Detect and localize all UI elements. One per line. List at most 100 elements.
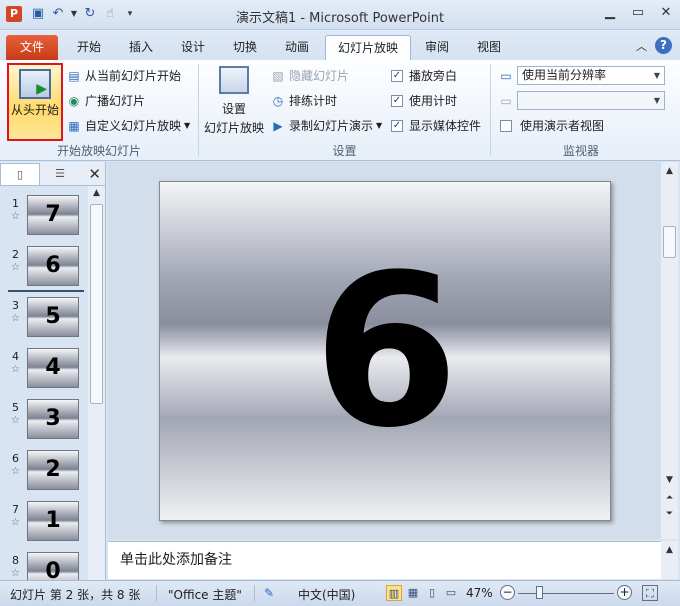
custom-slideshow-icon: ▦: [68, 118, 80, 133]
notes-scrollbar[interactable]: ▲: [661, 541, 678, 579]
animation-star-icon: ☆: [11, 262, 20, 273]
show-media-controls-checkbox[interactable]: ✓ 显示媒体控件: [391, 117, 481, 134]
scrollbar-thumb[interactable]: [663, 226, 676, 258]
show-on-select[interactable]: ▼: [517, 91, 665, 110]
thumbnail-image: 7: [27, 195, 79, 235]
status-divider: [156, 585, 157, 602]
from-beginning-label: 从头开始: [10, 103, 59, 117]
hide-slide-icon: ▧: [272, 68, 284, 83]
tab-insert[interactable]: 插入: [118, 35, 164, 60]
help-icon[interactable]: ?: [655, 37, 672, 54]
show-media-label: 显示媒体控件: [409, 119, 482, 133]
slide-number: 3: [12, 299, 19, 312]
scrollbar-thumb[interactable]: [90, 204, 103, 404]
slide-number: 1: [12, 197, 19, 210]
slideshow-view-icon[interactable]: ▭: [443, 585, 459, 601]
from-beginning-button[interactable]: 从头开始: [7, 63, 63, 141]
rehearse-timings-button[interactable]: ◷ 排练计时: [270, 92, 337, 109]
presenter-view-label: 使用演示者视图: [520, 119, 605, 133]
presenter-view-checkbox[interactable]: 使用演示者视图: [500, 117, 604, 134]
current-slide[interactable]: 6: [159, 181, 611, 521]
slide-sorter-icon[interactable]: ▦: [405, 585, 421, 601]
slide-number: 2: [12, 248, 19, 261]
close-pane-icon[interactable]: ✕: [88, 165, 101, 183]
tab-file[interactable]: 文件: [6, 35, 58, 60]
status-divider: [254, 585, 255, 602]
slide-number: 5: [12, 401, 19, 414]
from-current-icon: ▤: [68, 68, 80, 83]
scroll-up-icon[interactable]: ▲: [661, 164, 678, 178]
slide-thumbnail[interactable]: 8 ☆ 0: [0, 550, 88, 580]
chevron-down-icon: ▼: [184, 121, 191, 130]
setup-label-line2: 幻灯片放映: [203, 121, 264, 135]
stopwatch-icon: ◷: [272, 93, 284, 108]
scroll-down-icon[interactable]: ▼: [661, 473, 678, 487]
monitor-group-label: 监视器: [562, 144, 599, 158]
from-current-slide-button[interactable]: ▤ 从当前幻灯片开始: [66, 67, 181, 84]
slides-tab[interactable]: ▯: [0, 162, 40, 185]
next-slide-icon[interactable]: ⏷: [661, 507, 678, 521]
resolution-value: 使用当前分辨率: [522, 68, 607, 82]
zoom-out-icon[interactable]: −: [500, 585, 515, 600]
zoom-in-icon[interactable]: +: [617, 585, 632, 600]
tab-transitions[interactable]: 切换: [222, 35, 268, 60]
spellcheck-icon[interactable]: ✎: [264, 586, 274, 600]
ribbon-tabs: 文件 开始 插入 设计 切换 动画 幻灯片放映 审阅 视图 ︿ ?: [0, 30, 680, 60]
zoom-slider-track[interactable]: [518, 593, 614, 594]
slide-thumbnail[interactable]: 2 ☆ 6: [0, 244, 88, 292]
tab-view[interactable]: 视图: [466, 35, 512, 60]
thumbnail-image: 4: [27, 348, 79, 388]
thumbnail-image: 0: [27, 552, 79, 580]
notes-area[interactable]: 单击此处添加备注: [108, 541, 661, 579]
slide-thumbnail[interactable]: 4 ☆ 4: [0, 346, 88, 394]
setup-slideshow-icon: [219, 66, 249, 94]
close-icon[interactable]: ✕: [658, 4, 674, 22]
record-label: 录制幻灯片演示: [289, 119, 374, 133]
fit-to-window-icon[interactable]: ⛶: [642, 585, 658, 601]
slide-thumbnail[interactable]: 3 ☆ 5: [0, 295, 88, 343]
tab-home[interactable]: 开始: [66, 35, 112, 60]
slide-count: 幻灯片 第 2 张，共 8 张: [10, 588, 141, 602]
setup-slideshow-button[interactable]: 设置 幻灯片放映: [203, 66, 265, 136]
theme-name[interactable]: "Office 主题": [168, 586, 242, 603]
record-icon: ▶: [273, 118, 283, 133]
tab-animations[interactable]: 动画: [274, 35, 320, 60]
scroll-up-icon[interactable]: ▲: [88, 186, 105, 200]
hide-slide-button[interactable]: ▧ 隐藏幻灯片: [270, 67, 349, 84]
slide-text[interactable]: 6: [160, 222, 612, 482]
use-timings-checkbox[interactable]: ✓ 使用计时: [391, 92, 457, 109]
broadcast-button[interactable]: ◉ 广播幻灯片: [66, 92, 145, 109]
collapse-ribbon-icon[interactable]: ︿: [636, 38, 647, 54]
tab-slide-show[interactable]: 幻灯片放映: [325, 35, 411, 60]
monitor-icon: ▭: [500, 69, 512, 83]
resolution-select[interactable]: 使用当前分辨率 ▼: [517, 66, 665, 85]
slide-thumbnail[interactable]: 5 ☆ 3: [0, 397, 88, 445]
custom-slideshow-button[interactable]: ▦ 自定义幻灯片放映 ▼: [66, 117, 190, 134]
reading-view-icon[interactable]: ▯: [424, 585, 440, 601]
animation-star-icon: ☆: [11, 313, 20, 324]
scroll-up-icon[interactable]: ▲: [661, 543, 678, 557]
setup-label-line1: 设置: [221, 102, 246, 116]
slide-thumbnail[interactable]: 6 ☆ 2: [0, 448, 88, 496]
notes-placeholder: 单击此处添加备注: [120, 552, 232, 568]
insertion-marker: [8, 290, 84, 292]
play-narrations-checkbox[interactable]: ✓ 播放旁白: [391, 67, 457, 84]
slides-pane-scrollbar[interactable]: ▲: [88, 186, 105, 580]
thumbnail-image: 1: [27, 501, 79, 541]
zoom-level[interactable]: 47%: [466, 586, 493, 600]
slide-thumbnail[interactable]: 7 ☆ 1: [0, 499, 88, 547]
slide-thumbnail[interactable]: 1 ☆ 7: [0, 193, 88, 241]
language[interactable]: 中文(中国): [298, 586, 355, 603]
slide-scrollbar[interactable]: ▲ ▼ ⏶ ⏷: [661, 162, 678, 539]
outline-tab[interactable]: ☰: [40, 163, 80, 185]
record-slideshow-button[interactable]: ▶ 录制幻灯片演示 ▼: [270, 117, 382, 134]
maximize-icon[interactable]: ▭: [630, 4, 646, 22]
tab-review[interactable]: 审阅: [414, 35, 460, 60]
minimize-icon[interactable]: ▁: [602, 4, 618, 22]
tab-design[interactable]: 设计: [170, 35, 216, 60]
slideshow-play-icon: [19, 69, 51, 99]
animation-star-icon: ☆: [11, 415, 20, 426]
zoom-slider-thumb[interactable]: [536, 586, 543, 599]
previous-slide-icon[interactable]: ⏶: [661, 491, 678, 505]
normal-view-icon[interactable]: ▥: [386, 585, 402, 601]
